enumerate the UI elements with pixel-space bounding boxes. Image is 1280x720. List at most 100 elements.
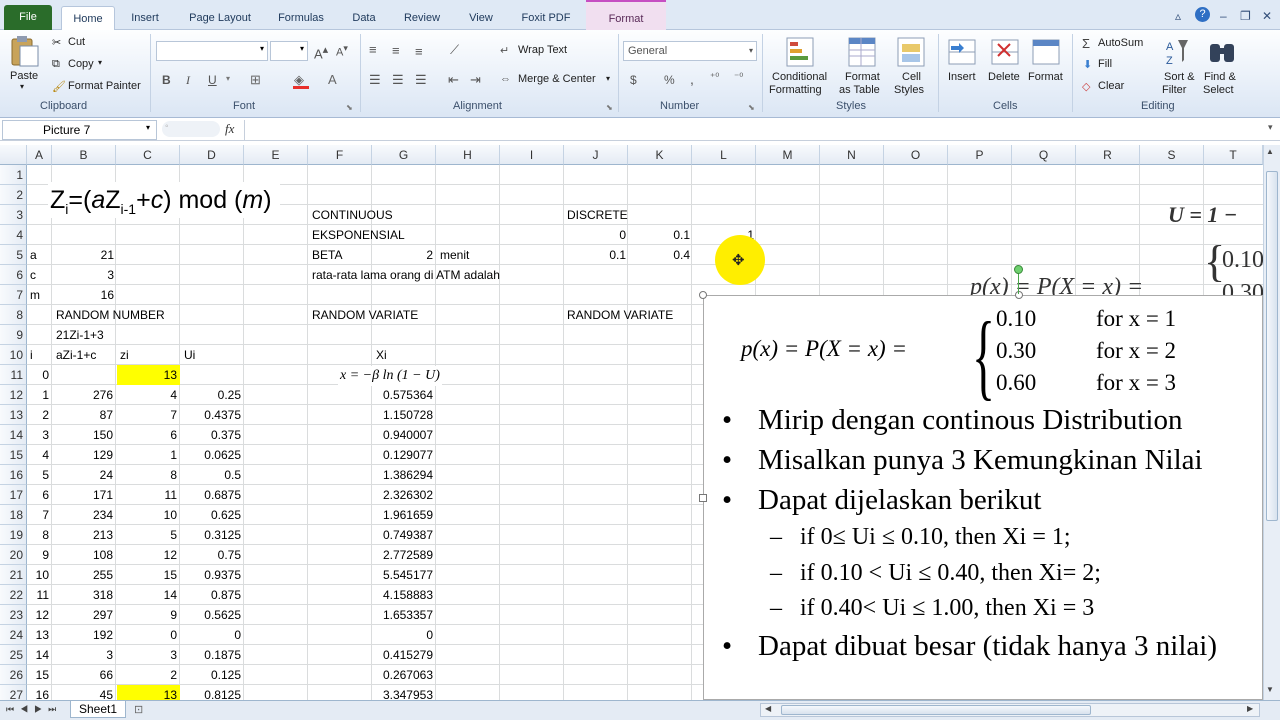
sort-filter-button[interactable]: Sort & [1164, 71, 1195, 83]
lcg-formula-image[interactable]: Zi=(aZi-1+c) mod (m) [48, 182, 280, 218]
format-painter-button[interactable]: Format Painter [68, 80, 141, 92]
row-header[interactable]: 10 [0, 345, 27, 365]
cell-index[interactable]: 7 [27, 505, 52, 525]
align-bottom-icon[interactable]: ≡ [415, 44, 423, 59]
column-header[interactable]: T [1204, 145, 1263, 165]
name-box[interactable]: Picture 7 [2, 120, 157, 140]
cell-azi[interactable]: 192 [53, 625, 116, 645]
cell-azi[interactable]: 129 [53, 445, 116, 465]
cell-xi[interactable]: 0 [373, 625, 436, 645]
cell-xi[interactable]: 1.386294 [373, 465, 436, 485]
row-header[interactable]: 8 [0, 305, 27, 325]
autosum-button[interactable]: AutoSum [1098, 37, 1143, 49]
cut-button[interactable]: Cut [68, 36, 85, 48]
cell-b5[interactable]: 21 [53, 245, 117, 265]
window-minimize-icon[interactable]: – [1220, 9, 1227, 23]
cell-ui[interactable]: 0.0625 [181, 445, 244, 465]
cell-ui[interactable]: 0.1875 [181, 645, 244, 665]
rotate-handle[interactable] [1014, 265, 1023, 274]
window-close-icon[interactable]: ✕ [1262, 9, 1272, 23]
resize-handle-nw[interactable] [699, 291, 707, 299]
column-header[interactable]: R [1076, 145, 1140, 165]
cell-azi[interactable]: 171 [53, 485, 116, 505]
format-cells-button[interactable]: Format [1028, 71, 1063, 83]
tab-format[interactable]: Format [586, 0, 666, 30]
cell-index[interactable]: 12 [27, 605, 52, 625]
column-header[interactable]: L [692, 145, 756, 165]
row-header[interactable]: 3 [0, 205, 27, 225]
tab-file[interactable]: File [4, 5, 52, 30]
cell-xi[interactable]: 0.267063 [373, 665, 436, 685]
number-dialog-launcher-icon[interactable]: ⬊ [748, 103, 755, 112]
cell-j5[interactable]: 0.1 [565, 245, 629, 265]
cell-ui[interactable]: 0.125 [181, 665, 244, 685]
row-header[interactable]: 15 [0, 445, 27, 465]
row-header[interactable]: 17 [0, 485, 27, 505]
cell-azi[interactable]: 318 [53, 585, 116, 605]
cell-d10[interactable]: Ui [184, 345, 195, 365]
scroll-up-icon[interactable]: ▲ [1266, 147, 1274, 156]
resize-handle-n[interactable] [1015, 291, 1023, 299]
cell-xi[interactable]: 0.749387 [373, 525, 436, 545]
window-restore-icon[interactable]: ❐ [1240, 9, 1251, 23]
align-left-icon[interactable]: ☰ [369, 72, 381, 88]
column-header[interactable]: I [500, 145, 564, 165]
align-top-icon[interactable]: ≡ [369, 42, 377, 57]
cell-index[interactable]: 4 [27, 445, 52, 465]
selected-picture-7[interactable]: p(x) = P(X = x) = { 0.10 for x = 1 0.30 for… [703, 295, 1263, 700]
cell-ui[interactable]: 0.5 [181, 465, 244, 485]
cell-f4[interactable]: EKSPONENSIAL [312, 225, 405, 245]
cell-styles-button[interactable]: Cell [902, 71, 921, 83]
cell-zi[interactable]: 3 [117, 645, 180, 665]
cell-xi[interactable]: 5.545177 [373, 565, 436, 585]
cell-zi[interactable]: 13 [117, 365, 180, 385]
cell-index[interactable]: 11 [27, 585, 52, 605]
cell-index[interactable]: 13 [27, 625, 52, 645]
merge-dropdown-icon[interactable]: ▾ [606, 74, 610, 83]
align-middle-icon[interactable]: ≡ [392, 43, 400, 58]
row-header[interactable]: 22 [0, 585, 27, 605]
row-header[interactable]: 12 [0, 385, 27, 405]
align-center-icon[interactable]: ☰ [392, 72, 404, 88]
copy-button[interactable]: Copy [68, 58, 94, 70]
cell-azi[interactable]: 234 [53, 505, 116, 525]
formula-bar-expand-icon[interactable]: ◦ [162, 121, 220, 137]
cell-xi[interactable]: 4.158883 [373, 585, 436, 605]
cell-f6[interactable]: rata-rata lama orang di ATM adalah [312, 265, 500, 285]
cell-ui[interactable]: 0.5625 [181, 605, 244, 625]
cell-azi[interactable]: 276 [53, 385, 116, 405]
decrease-decimal-icon[interactable]: ⁻⁰ [734, 72, 743, 83]
cell-xi[interactable]: 2.326302 [373, 485, 436, 505]
underline-button[interactable]: U [208, 73, 217, 87]
cell-b6[interactable]: 3 [53, 265, 117, 285]
cell-c10[interactable]: zi [120, 345, 129, 365]
row-header[interactable]: 23 [0, 605, 27, 625]
delete-cells-button[interactable]: Delete [988, 71, 1020, 83]
cell-a5[interactable]: a [30, 245, 37, 265]
cell-index[interactable]: 5 [27, 465, 52, 485]
cell-xi[interactable]: 0.575364 [373, 385, 436, 405]
cell-index[interactable]: 1 [27, 385, 52, 405]
italic-button[interactable]: I [186, 73, 190, 88]
cell-index[interactable]: 2 [27, 405, 52, 425]
font-name-dropdown[interactable]: ▾ [156, 41, 268, 61]
sheet-nav-icons[interactable]: ⏮◀▶⏭ [6, 704, 62, 715]
column-header[interactable]: F [308, 145, 372, 165]
cell-azi[interactable]: 66 [53, 665, 116, 685]
cell-index[interactable]: 6 [27, 485, 52, 505]
formula-input[interactable] [244, 120, 1264, 140]
shrink-font-icon[interactable]: A▾ [336, 43, 348, 59]
borders-icon[interactable]: ⊞ [250, 72, 261, 88]
row-header[interactable]: 24 [0, 625, 27, 645]
cell-ui[interactable]: 0.625 [181, 505, 244, 525]
cell-index[interactable]: 8 [27, 525, 52, 545]
cell-index[interactable]: 9 [27, 545, 52, 565]
cell-a6[interactable]: c [30, 265, 36, 285]
clear-button[interactable]: Clear [1098, 80, 1124, 92]
underline-dropdown-icon[interactable]: ▾ [226, 74, 230, 83]
cell-ui[interactable]: 0.375 [181, 425, 244, 445]
increase-decimal-icon[interactable]: ⁺⁰ [710, 72, 719, 83]
cell-azi[interactable]: 150 [53, 425, 116, 445]
column-header[interactable]: N [820, 145, 884, 165]
cell-ui[interactable]: 0.4375 [181, 405, 244, 425]
